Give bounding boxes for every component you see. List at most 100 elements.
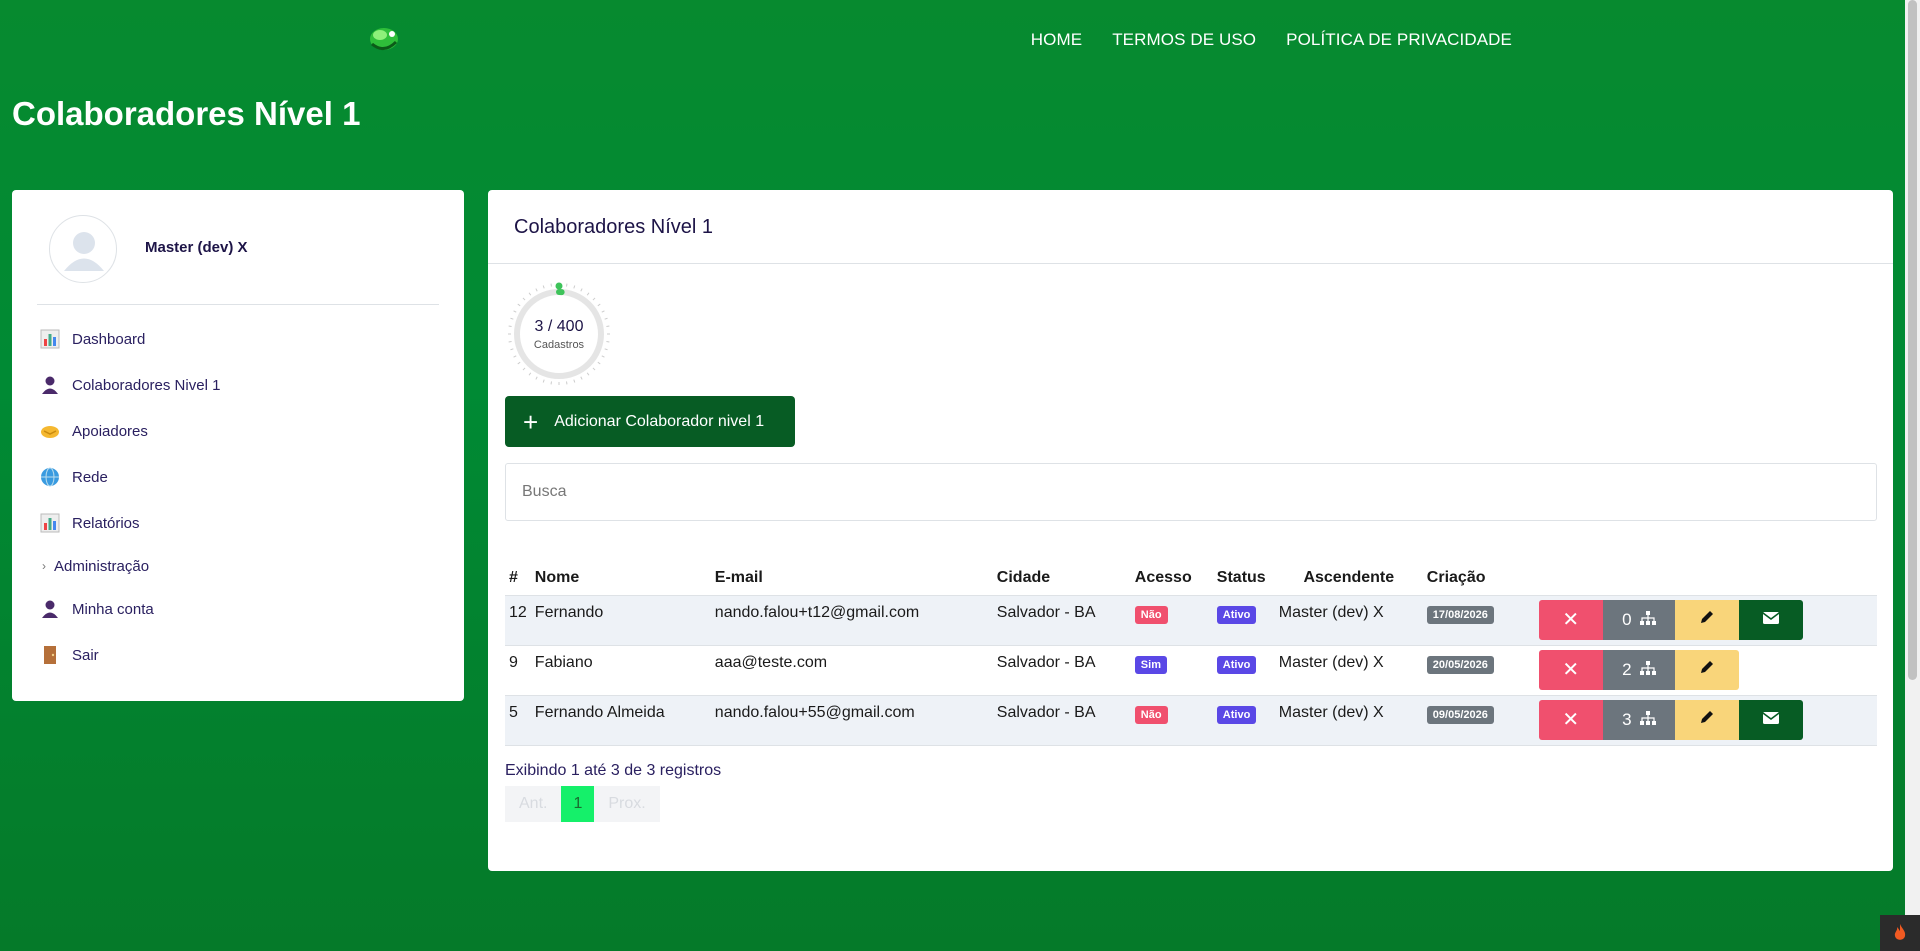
sidebar-item-administracao[interactable]: › Administração	[40, 546, 440, 586]
sidebar-item-rede[interactable]: Rede	[40, 454, 440, 500]
globe-icon	[40, 467, 60, 487]
next-page-button[interactable]: Prox.	[594, 786, 660, 822]
registrations-gauge: 3 / 400 Cadastros	[505, 280, 613, 388]
table-info: Exibindo 1 até 3 de 3 registros	[505, 762, 722, 779]
sidebar-card: Master (dev) X Dashboard Colaboradores N…	[12, 190, 464, 701]
edit-button[interactable]	[1674, 599, 1739, 640]
gauge-label: Cadastros	[533, 338, 585, 351]
email-button[interactable]	[1738, 699, 1803, 740]
page-title: Colaboradores Nível 1	[12, 95, 361, 132]
date-badge: 20/05/2026	[1426, 655, 1494, 674]
col-header-nome[interactable]: Nome	[531, 561, 711, 595]
sidebar-item-relatorios[interactable]: Relatórios	[40, 500, 440, 546]
close-icon: ✕	[1562, 609, 1580, 631]
cell-id: 9	[509, 653, 518, 671]
main-nav: HOME TERMOS DE USO POLÍTICA DE PRIVACIDA…	[1031, 30, 1512, 50]
sitemap-icon	[1639, 660, 1656, 680]
sitemap-icon	[1639, 610, 1656, 630]
sitemap-icon	[1639, 710, 1656, 730]
cell-ascendente: Master (dev) X	[1278, 653, 1384, 671]
pagination: Ant. 1 Prox.	[505, 786, 660, 822]
chart-icon	[40, 513, 60, 533]
door-icon	[40, 645, 60, 665]
card-header: Colaboradores Nível 1	[488, 190, 1893, 264]
chevron-right-icon: ›	[42, 559, 46, 573]
chart-icon	[40, 329, 60, 349]
profile-header: Master (dev) X	[37, 215, 439, 305]
col-header-ascendente[interactable]: Ascendente	[1275, 561, 1423, 595]
add-button-label: Adicionar Colaborador nivel 1	[554, 412, 765, 430]
col-header-id[interactable]: #	[505, 561, 531, 595]
access-badge: Não	[1134, 705, 1168, 724]
col-header-status[interactable]: Status	[1213, 561, 1275, 595]
cell-id: 5	[509, 703, 518, 721]
logo-icon[interactable]	[366, 22, 402, 56]
scrollbar[interactable]	[1905, 0, 1920, 951]
network-button[interactable]: 3	[1602, 699, 1675, 740]
cell-ascendente: Master (dev) X	[1278, 703, 1384, 721]
collaborators-table: # Nome E-mail Cidade Acesso Status Ascen…	[505, 561, 1877, 746]
pencil-icon	[1699, 609, 1715, 630]
gauge-value: 3 / 400	[534, 317, 584, 335]
handshake-icon	[40, 421, 60, 441]
cell-id: 12	[509, 603, 527, 621]
add-collaborator-button[interactable]: + Adicionar Colaborador nivel 1	[505, 396, 795, 447]
status-badge: Ativo	[1216, 605, 1257, 624]
delete-button[interactable]: ✕	[1538, 699, 1603, 740]
prev-page-button[interactable]: Ant.	[505, 786, 562, 822]
sidebar-item-colaboradores[interactable]: Colaboradores Nivel 1	[40, 362, 440, 408]
envelope-icon	[1762, 611, 1780, 629]
profile-name: Master (dev) X	[145, 239, 248, 256]
envelope-icon	[1762, 711, 1780, 729]
sidebar-item-label: Relatórios	[72, 514, 140, 532]
sidebar-item-minha-conta[interactable]: Minha conta	[40, 586, 440, 632]
page-1-button[interactable]: 1	[561, 786, 595, 822]
col-header-criacao[interactable]: Criação	[1423, 561, 1535, 595]
email-button[interactable]	[1738, 599, 1803, 640]
avatar	[49, 215, 117, 283]
cell-email: nando.falou+55@gmail.com	[714, 703, 915, 721]
search-input[interactable]	[505, 463, 1877, 521]
row-actions: ✕ 3	[1538, 699, 1873, 740]
cell-nome: Fernando Almeida	[534, 703, 665, 721]
col-header-acesso[interactable]: Acesso	[1131, 561, 1213, 595]
close-icon: ✕	[1562, 709, 1580, 731]
scrollbar-thumb[interactable]	[1908, 0, 1917, 680]
nav-privacy[interactable]: POLÍTICA DE PRIVACIDADE	[1286, 30, 1512, 50]
cell-ascendente: Master (dev) X	[1278, 603, 1384, 621]
network-count: 2	[1622, 659, 1632, 679]
delete-button[interactable]: ✕	[1538, 599, 1603, 640]
date-badge: 09/05/2026	[1426, 705, 1494, 724]
col-header-cidade[interactable]: Cidade	[993, 561, 1131, 595]
status-badge: Ativo	[1216, 655, 1257, 674]
col-header-actions	[1535, 561, 1877, 595]
sidebar-item-label: Dashboard	[72, 330, 146, 348]
col-header-email[interactable]: E-mail	[711, 561, 993, 595]
sidebar-menu: Dashboard Colaboradores Nivel 1 Apoiador…	[40, 316, 440, 678]
cell-email: nando.falou+t12@gmail.com	[714, 603, 920, 621]
sidebar-item-label: Minha conta	[72, 600, 154, 618]
card-title: Colaboradores Nível 1	[514, 216, 713, 238]
row-actions: ✕ 0	[1538, 599, 1873, 640]
sidebar-item-sair[interactable]: Sair	[40, 632, 440, 678]
sidebar-item-label: Administração	[54, 557, 150, 575]
cell-cidade: Salvador - BA	[996, 603, 1096, 621]
sidebar-item-apoiadores[interactable]: Apoiadores	[40, 408, 440, 454]
network-button[interactable]: 2	[1602, 649, 1675, 690]
edit-button[interactable]	[1674, 649, 1739, 690]
close-icon: ✕	[1562, 659, 1580, 681]
fire-icon[interactable]	[1880, 915, 1920, 951]
network-button[interactable]: 0	[1602, 599, 1675, 640]
pencil-icon	[1699, 659, 1715, 680]
table-row: 5 Fernando Almeida nando.falou+55@gmail.…	[505, 695, 1877, 745]
table-row: 12 Fernando nando.falou+t12@gmail.com Sa…	[505, 595, 1877, 645]
delete-button[interactable]: ✕	[1538, 649, 1603, 690]
nav-terms[interactable]: TERMOS DE USO	[1112, 30, 1256, 50]
main-card: Colaboradores Nível 1 3 / 400 Cadastros …	[488, 190, 1893, 871]
sidebar-item-label: Rede	[72, 468, 108, 486]
edit-button[interactable]	[1674, 699, 1739, 740]
sidebar-item-label: Apoiadores	[72, 422, 148, 440]
sidebar-item-dashboard[interactable]: Dashboard	[40, 316, 440, 362]
table-header-row: # Nome E-mail Cidade Acesso Status Ascen…	[505, 561, 1877, 595]
nav-home[interactable]: HOME	[1031, 30, 1082, 50]
